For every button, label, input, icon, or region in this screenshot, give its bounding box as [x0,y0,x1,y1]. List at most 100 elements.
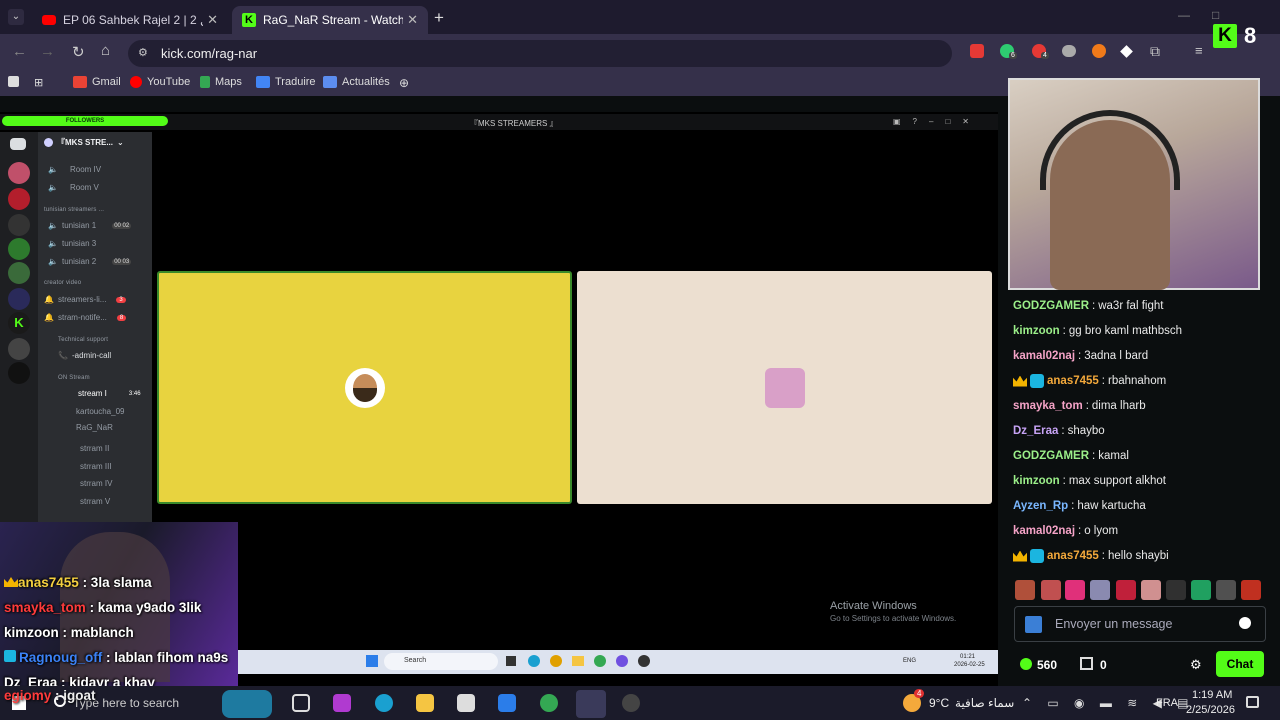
emote-icon[interactable] [1191,580,1211,600]
chat-username[interactable]: anas7455 [1047,550,1099,562]
extension-icon[interactable] [970,44,984,58]
discord-home-icon[interactable] [10,138,26,150]
task-view-icon[interactable] [292,694,310,712]
server-icon[interactable] [8,188,30,210]
chat-username[interactable]: kimzoon [1013,475,1060,487]
channel-points-icon[interactable] [1020,658,1032,670]
channel-strram-v[interactable]: strram V [80,497,110,506]
apps-icon[interactable]: ⊞ [34,76,43,89]
chat-send-button[interactable]: Chat [1216,651,1264,677]
kick-server-icon[interactable]: K [8,312,30,334]
category-tunisian[interactable]: tunisian streamers ... [44,207,104,213]
channel-stram-notife[interactable]: 🔔 stram-notife... 8 [44,313,127,322]
weather-temp[interactable]: 9°C [929,696,949,710]
chat-username[interactable]: GODZGAMER [1013,300,1089,312]
emote-icon[interactable] [1166,580,1186,600]
channel-tunisian-1[interactable]: 🔈 tunisian 1 00 02 [48,221,132,230]
channel-room-iv[interactable]: 🔈 Room IV [48,165,101,174]
channel-admin-call[interactable]: 📞 -admin-call [58,351,111,360]
gift-icon[interactable] [1080,657,1093,670]
server-icon[interactable] [8,214,30,236]
emote-icon[interactable] [1141,580,1161,600]
extension-icon[interactable] [1062,45,1076,57]
emote-icon[interactable] [1241,580,1261,600]
bookmark-youtube[interactable]: YouTube [130,76,190,88]
copilot-icon[interactable] [333,694,351,712]
emoji-icon[interactable] [1239,617,1251,629]
store-icon[interactable] [457,694,475,712]
chat-username[interactable]: kamal02naj [1013,350,1075,362]
emote-icon[interactable] [1090,580,1110,600]
chat-input[interactable]: Envoyer un message [1014,606,1266,642]
language-indicator[interactable]: FRA [1156,697,1178,709]
chat-username[interactable]: Dz_Eraa [1013,425,1058,437]
tab-list-icon[interactable]: ⌄ [8,9,24,25]
discord-icon[interactable] [576,690,606,718]
server-header[interactable]: 『MKS STRE... ⌄ [44,137,124,148]
reload-icon[interactable]: ↻ [72,43,85,61]
bookmark-actualites[interactable]: Actualités [323,76,390,88]
server-icon[interactable] [8,338,30,360]
chat-username[interactable]: smayka_tom [1013,400,1083,412]
member-ragnar[interactable]: RaG_NaR [76,423,113,432]
chat-username[interactable]: GODZGAMER [1013,450,1089,462]
emote-icon[interactable] [1216,580,1236,600]
extension-icon[interactable] [1092,44,1106,58]
globe-icon[interactable]: ⊕ [399,76,409,90]
participant-tile[interactable] [157,271,572,504]
category-creator-video[interactable]: creator video [44,280,81,286]
address-bar[interactable]: ⚙ kick.com/rag-nar [128,40,952,67]
minimize-button[interactable]: — [1178,8,1190,22]
bookmark-gmail[interactable]: Gmail [73,76,121,88]
channel-strram-iv[interactable]: strram IV [80,479,112,488]
chat-username[interactable]: Ayzen_Rp [1013,500,1068,512]
bookmark-maps[interactable]: Maps [200,76,242,88]
back-icon[interactable]: ← [12,43,27,60]
edge-icon[interactable] [375,694,393,712]
tab-kick-stream[interactable]: K RaG_NaR Stream - Watch Live o ✕ [232,6,428,34]
emote-icon[interactable] [1015,580,1035,600]
settings-gear-icon[interactable]: ⚙ [1190,657,1202,673]
server-icon[interactable] [8,238,30,260]
server-icon[interactable] [8,262,30,284]
channel-room-v[interactable]: 🔈 Room V [48,183,99,192]
taskbar-app-icon[interactable] [222,690,272,718]
clock-time[interactable]: 1:19 AM [1192,689,1232,701]
participant-tile[interactable] [577,271,992,504]
weather-desc[interactable]: سماء صافية [955,696,1014,710]
close-icon[interactable]: ✕ [407,12,418,28]
new-tab-button[interactable]: + [434,8,444,28]
member-kartoucha[interactable]: kartoucha_09 [76,407,124,416]
channel-strram-iii[interactable]: strram III [80,462,112,471]
chat-username[interactable]: kimzoon [1013,325,1060,337]
server-icon[interactable] [8,288,30,310]
extension-icon[interactable] [1120,45,1133,58]
tab-sahbek[interactable]: EP 06 Sahbek Rajel 2 | 2 صاحبك راجل ✕ [32,6,228,34]
notification-icon[interactable] [1246,696,1259,708]
extensions-puzzle-icon[interactable]: ⧉ [1150,43,1160,60]
channel-stream-i[interactable]: stream I 3:46 [78,389,141,398]
maximize-button[interactable]: □ [1212,8,1219,22]
folder-icon[interactable] [416,694,434,712]
chrome-icon[interactable] [540,694,558,712]
channel-tunisian-3[interactable]: 🔈 tunisian 3 [48,239,96,248]
reading-list-icon[interactable]: ≡ [1195,43,1203,58]
clock-date[interactable]: 2/25/2026 [1186,704,1235,716]
server-icon[interactable] [8,362,30,384]
category-on-stream[interactable]: ON Stream [58,375,90,381]
server-icon[interactable] [8,162,30,184]
emote-icon[interactable] [1116,580,1136,600]
obs-icon[interactable] [622,694,640,712]
site-info-icon[interactable]: ⚙ [138,46,148,59]
bookmark-traduire[interactable]: Traduire [256,76,316,88]
emote-icon[interactable] [1065,580,1085,600]
mail-icon[interactable] [498,694,516,712]
emote-picker-icon[interactable] [1025,616,1042,633]
channel-strram-ii[interactable]: strram II [80,444,109,453]
bookmark-placeholder[interactable] [8,76,19,87]
channel-tunisian-2[interactable]: 🔈 tunisian 2 00 03 [48,257,132,266]
home-icon[interactable]: ⌂ [101,42,110,59]
close-icon[interactable]: ✕ [207,12,218,28]
emote-icon[interactable] [1041,580,1061,600]
chat-username[interactable]: anas7455 [1047,375,1099,387]
